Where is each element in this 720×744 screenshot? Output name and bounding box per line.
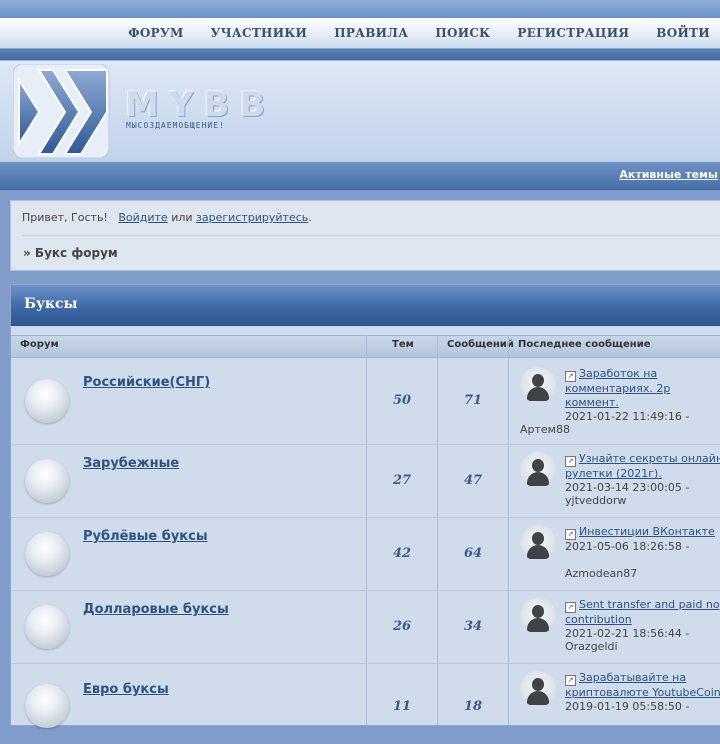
logo-slogan: МЫСОЗДАЕМОБЩЕНИЕ!: [126, 121, 225, 130]
post-count: 64: [463, 546, 483, 561]
last-post-link[interactable]: Инвестиции ВКонтакте: [579, 525, 715, 538]
nav-rules[interactable]: ПРАВИЛА: [334, 26, 408, 40]
topic-count: 50: [392, 393, 412, 408]
forum-status-icon: [25, 379, 69, 423]
last-post-date: 2021-02-21 18:56:44 -: [565, 627, 690, 640]
avatar[interactable]: [520, 452, 556, 488]
divider: [22, 235, 720, 236]
col-forum: Форум: [20, 339, 59, 350]
col-topics: Тем: [392, 339, 414, 350]
forum-row: Долларовые буксы 26 34 ↗ Sent transfer an…: [11, 591, 720, 664]
last-post-link[interactable]: Зарабатывайте на криптовалюте YoutubeCoi…: [565, 671, 720, 699]
forum-status-icon: [25, 684, 69, 728]
last-post-text: ↗ Зарабатывайте на криптовалюте YoutubeCo…: [565, 671, 720, 714]
forum-link[interactable]: Зарубежные: [83, 456, 179, 471]
last-post: ↗ Зарабатывайте на криптовалюте YoutubeCo…: [520, 671, 720, 731]
last-post-date: 2019-01-19 05:58:50 -: [565, 700, 690, 713]
forum-status-icon: [25, 532, 69, 576]
logo-wordmark: MYBB: [125, 85, 276, 125]
forum-link[interactable]: Рублёвые буксы: [83, 529, 208, 544]
avatar[interactable]: [520, 367, 556, 403]
post-count: 34: [463, 619, 483, 634]
avatar[interactable]: [520, 671, 556, 707]
last-post-text: ↗ Инвестиции ВКонтакте 2021-05-06 18:26:5…: [565, 525, 720, 554]
avatar[interactable]: [520, 598, 556, 634]
post-icon: ↗: [565, 529, 576, 540]
avatar[interactable]: [520, 525, 556, 561]
forum-row: Евро буксы 11 18 ↗ Зарабатывайте на крипт…: [11, 664, 720, 744]
active-topics-link[interactable]: Активные темы: [619, 168, 718, 181]
nav-forum[interactable]: ФОРУМ: [128, 26, 183, 40]
post-icon: ↗: [565, 675, 576, 686]
last-post-date: 2021-03-14 23:00:05 -: [565, 481, 690, 494]
last-post-link[interactable]: Заработок на комментариях. 2р коммент.: [565, 367, 670, 409]
topic-count: 27: [392, 473, 412, 488]
nav-login[interactable]: ВОЙТИ: [656, 26, 710, 40]
col-last-post: Последнее сообщение: [518, 339, 651, 350]
forum-category: Буксы Форум Тем Сообщений Последнее сооб…: [10, 284, 720, 728]
forum-status-icon: [25, 459, 69, 503]
last-post-author: yjtveddorw: [565, 494, 627, 507]
topic-count: 26: [392, 619, 412, 634]
last-post-link[interactable]: Узнайте секреты онлайн рулетки (2021г).: [565, 452, 720, 480]
post-icon: ↗: [565, 602, 576, 613]
post-count: 71: [463, 393, 483, 408]
last-post: ↗ Заработок на комментариях. 2р коммент. …: [520, 367, 720, 443]
col-posts: Сообщений: [447, 339, 514, 350]
forum-link[interactable]: Евро буксы: [83, 682, 169, 697]
nav-members[interactable]: УЧАСТНИКИ: [211, 26, 308, 40]
forum-link[interactable]: Долларовые буксы: [83, 602, 229, 617]
last-post-text: ↗ Узнайте секреты онлайн рулетки (2021г).…: [565, 452, 720, 495]
forum-row: Российские(СНГ) 50 71 ↗ Заработок на комм…: [11, 358, 720, 445]
active-topics-bar: Активные темы: [0, 162, 720, 190]
nav-search[interactable]: ПОИСК: [435, 26, 490, 40]
nav-register[interactable]: РЕГИСТРАЦИЯ: [517, 26, 629, 40]
post-count: 18: [463, 699, 483, 714]
post-icon: ↗: [565, 456, 576, 467]
last-post-author: Артем88: [520, 423, 570, 436]
main-navigation: ФОРУМ УЧАСТНИКИ ПРАВИЛА ПОИСК РЕГИСТРАЦИ…: [0, 18, 720, 48]
breadcrumb: » Букс форум: [23, 246, 118, 260]
last-post-text: ↗ Sent transfer and paid no contribution …: [565, 598, 720, 641]
register-link[interactable]: зарегистрируйтесь: [196, 211, 308, 224]
last-post-date: 2021-05-06 18:26:58 -: [565, 540, 690, 553]
post-icon: ↗: [565, 371, 576, 382]
forum-row: Рублёвые буксы 42 64 ↗ Инвестиции ВКонтак…: [11, 518, 720, 591]
site-header: MYBB: [0, 60, 720, 164]
forum-row: Зарубежные 27 47 ↗ Узнайте секреты онлайн…: [11, 445, 720, 518]
last-post: ↗ Sent transfer and paid no contribution …: [520, 598, 720, 658]
last-post-link[interactable]: Sent transfer and paid no contribution: [565, 598, 720, 626]
top-strip: [0, 0, 720, 19]
welcome-box: Привет, Гость! Войдите или зарегистрируй…: [10, 200, 720, 271]
greeting-period: .: [308, 211, 312, 224]
greeting-text: Привет, Гость!: [22, 211, 108, 224]
category-title[interactable]: Буксы: [24, 296, 78, 312]
forum-link[interactable]: Российские(СНГ): [83, 375, 210, 390]
post-count: 47: [463, 473, 483, 488]
login-link[interactable]: Войдите: [118, 211, 167, 224]
last-post-text: ↗ Заработок на комментариях. 2р коммент. …: [565, 367, 720, 424]
last-post: ↗ Узнайте секреты онлайн рулетки (2021г).…: [520, 452, 720, 512]
mybb-logo-icon[interactable]: [13, 64, 113, 160]
topic-count: 11: [392, 699, 412, 714]
last-post-date: 2021-01-22 11:49:16 -: [565, 410, 690, 423]
topic-count: 42: [392, 546, 412, 561]
forum-status-icon: [25, 605, 69, 649]
last-post-author: Azmodean87: [565, 567, 638, 580]
category-header: Буксы: [11, 285, 720, 326]
or-text: или: [171, 211, 193, 224]
guest-greeting: Привет, Гость! Войдите или зарегистрируй…: [22, 211, 312, 224]
last-post: ↗ Инвестиции ВКонтакте 2021-05-06 18:26:5…: [520, 525, 720, 585]
last-post-author: Orazgeldi: [565, 640, 618, 653]
